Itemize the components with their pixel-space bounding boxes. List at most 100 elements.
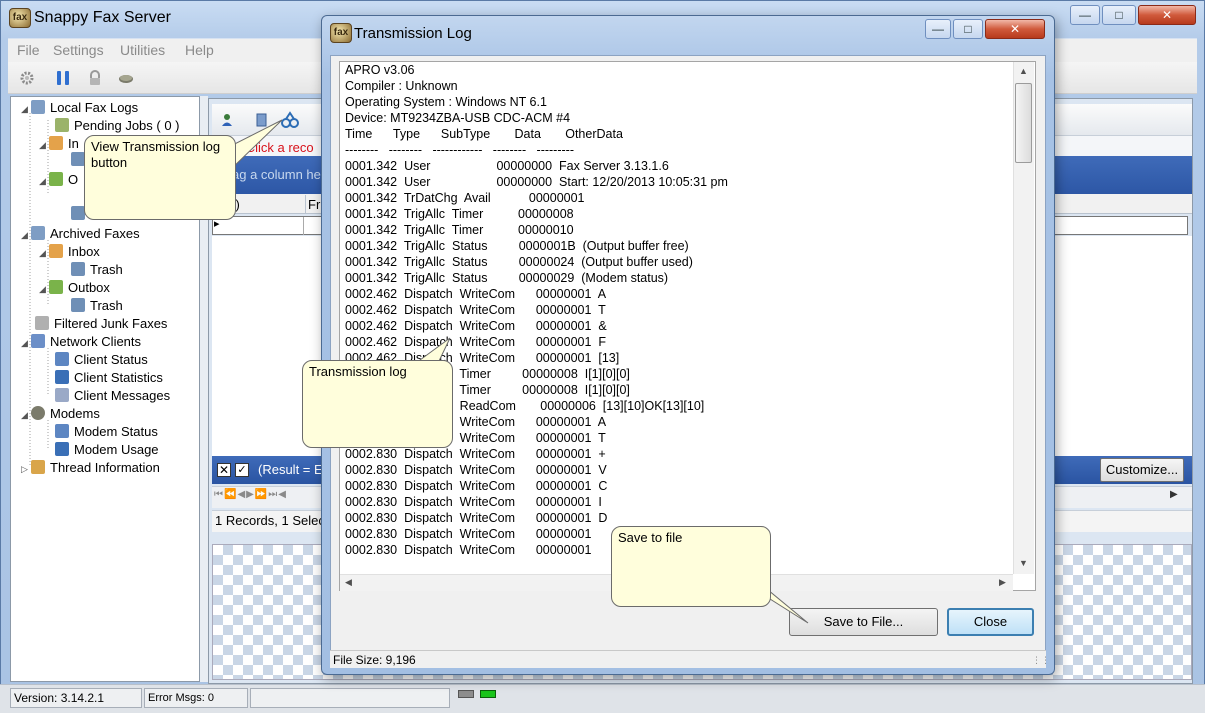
tree-item-outbox-local[interactable]: ◢ O	[39, 172, 78, 187]
tree-label: O	[68, 172, 79, 187]
clear-filter-icon[interactable]: ✕	[217, 463, 231, 477]
tree-item-inbox-local[interactable]: ◢ In	[39, 136, 79, 151]
file-size-status: File Size: 9,196	[330, 650, 1046, 668]
modem-icon	[31, 406, 45, 420]
archive-icon	[31, 226, 45, 240]
close-dialog-button[interactable]: Close	[947, 608, 1034, 636]
collapse-arrow-icon[interactable]: ◢	[21, 338, 31, 349]
error-count: Error Msgs: 0	[144, 688, 248, 708]
tree-label: Trash	[90, 298, 123, 313]
scroll-right-arrow-icon[interactable]: ▶	[1170, 489, 1178, 500]
dialog-close-x-button[interactable]: ✕	[985, 19, 1045, 39]
records-count: 1 Records, 1 Select	[215, 513, 329, 528]
dialog-maximize-button[interactable]: □	[953, 19, 983, 39]
gear-icon[interactable]	[19, 70, 35, 86]
outbox-icon	[49, 280, 63, 294]
customize-button[interactable]: Customize...	[1100, 458, 1184, 482]
collapse-arrow-icon[interactable]: ◢	[39, 284, 49, 295]
close-button[interactable]: ✕	[1138, 5, 1196, 25]
maximize-button[interactable]: □	[1102, 5, 1136, 25]
grid-hint-text: le Click a reco	[232, 140, 314, 155]
pending-icon	[55, 118, 69, 132]
tree-item-archived-outbox[interactable]: ◢ Outbox	[39, 280, 110, 295]
tree-label: Client Status	[74, 352, 148, 367]
tree-item-local-fax-logs[interactable]: ◢ Local Fax Logs	[21, 100, 138, 115]
modem-active-led-icon	[480, 690, 496, 698]
view-transmission-log-icon[interactable]	[280, 110, 300, 130]
cell-divider	[303, 217, 304, 235]
scroll-up-arrow-icon[interactable]: ▲	[1019, 66, 1028, 76]
group-by-text: ag a column he	[232, 167, 321, 182]
modem-icon[interactable]	[118, 70, 134, 86]
modem-idle-led-icon	[458, 690, 474, 698]
tree-item-modem-status[interactable]: Modem Status	[55, 424, 158, 439]
column-header-from[interactable]: Fr	[308, 197, 320, 212]
tree-item-modems[interactable]: ◢ Modems	[21, 406, 100, 421]
trash-icon	[71, 298, 85, 312]
dialog-minimize-button[interactable]: —	[925, 19, 951, 39]
collapse-arrow-icon[interactable]: ◢	[21, 410, 31, 421]
collapse-arrow-icon[interactable]: ◢	[39, 176, 49, 187]
tree-label: Trash	[90, 262, 123, 277]
tree-item-archived-faxes[interactable]: ◢ Archived Faxes	[21, 226, 140, 241]
vertical-scroll-thumb[interactable]	[1015, 83, 1032, 163]
menu-utilities[interactable]: Utilities	[120, 42, 165, 58]
document-icon[interactable]	[254, 112, 270, 128]
tree-item-client-messages[interactable]: Client Messages	[55, 388, 170, 403]
tree-label: Pending Jobs ( 0 )	[74, 118, 180, 133]
tree-item-archived-inbox-trash[interactable]: Trash	[71, 262, 123, 277]
inbox-icon	[49, 136, 63, 150]
minimize-button[interactable]: —	[1070, 5, 1100, 25]
log-text[interactable]: APRO v3.06 Compiler : Unknown Operating …	[345, 62, 1010, 572]
tree-item-pending-jobs[interactable]: Pending Jobs ( 0 )	[55, 118, 180, 133]
app-logo-icon: fax	[9, 8, 31, 28]
scroll-down-arrow-icon[interactable]: ▼	[1019, 558, 1028, 568]
filter-enabled-checkbox[interactable]: ✓	[235, 463, 249, 477]
status-icon	[55, 424, 69, 438]
callout-view-log: View Transmission log button	[84, 135, 236, 220]
add-user-icon[interactable]	[220, 112, 236, 128]
tree-item-filtered-junk[interactable]: Filtered Junk Faxes	[35, 316, 167, 331]
dialog-app-icon: fax	[330, 23, 352, 43]
tree-label: Archived Faxes	[50, 226, 140, 241]
tree-item-thread-information[interactable]: ▷ Thread Information	[21, 460, 160, 475]
callout-save-to-file: Save to file	[611, 526, 771, 607]
tree-item-client-status[interactable]: Client Status	[55, 352, 148, 367]
tree-label: Modem Usage	[74, 442, 159, 457]
scroll-right-arrow-icon[interactable]: ▶	[999, 577, 1006, 588]
tree-item-archived-inbox[interactable]: ◢ Inbox	[39, 244, 100, 259]
tree-item-client-statistics[interactable]: Client Statistics	[55, 370, 163, 385]
tree-label: Local Fax Logs	[50, 100, 139, 115]
network-icon	[31, 334, 45, 348]
resize-grip-icon[interactable]: ⋮⋮	[1032, 655, 1050, 666]
tree-label: Outbox	[68, 280, 110, 295]
expand-arrow-icon[interactable]: ▷	[21, 464, 31, 475]
trash-icon	[71, 262, 85, 276]
window-title: Snappy Fax Server	[34, 9, 171, 26]
version-label: Version: 3.14.2.1	[10, 688, 142, 708]
thread-icon	[31, 460, 45, 474]
save-to-file-button[interactable]: Save to File...	[789, 608, 938, 636]
status-panel	[250, 688, 450, 708]
menu-settings[interactable]: Settings	[53, 42, 104, 58]
collapse-arrow-icon[interactable]: ◢	[39, 248, 49, 259]
outbox-icon	[49, 172, 63, 186]
collapse-arrow-icon[interactable]: ◢	[39, 140, 49, 151]
tree-item-modem-usage[interactable]: Modem Usage	[55, 442, 159, 457]
menu-file[interactable]: File	[17, 42, 40, 58]
tree-label: Modems	[50, 406, 100, 421]
pause-icon[interactable]	[55, 70, 71, 86]
tree-item-archived-outbox-trash[interactable]: Trash	[71, 298, 123, 313]
scroll-left-arrow-icon[interactable]: ◀	[345, 577, 352, 588]
lock-icon[interactable]	[87, 70, 103, 86]
collapse-arrow-icon[interactable]: ◢	[21, 230, 31, 241]
tree-label: Thread Information	[50, 460, 160, 475]
collapse-arrow-icon[interactable]: ◢	[21, 104, 31, 115]
tree-item-network-clients[interactable]: ◢ Network Clients	[21, 334, 141, 349]
messages-icon	[55, 388, 69, 402]
callout-transmission-log: Transmission log	[302, 360, 453, 448]
navigation-buttons[interactable]: ⏮⏪◀▶⏩⏭◀	[214, 489, 287, 500]
tree-label: In	[68, 136, 79, 151]
filter-icon	[35, 316, 49, 330]
menu-help[interactable]: Help	[185, 42, 214, 58]
